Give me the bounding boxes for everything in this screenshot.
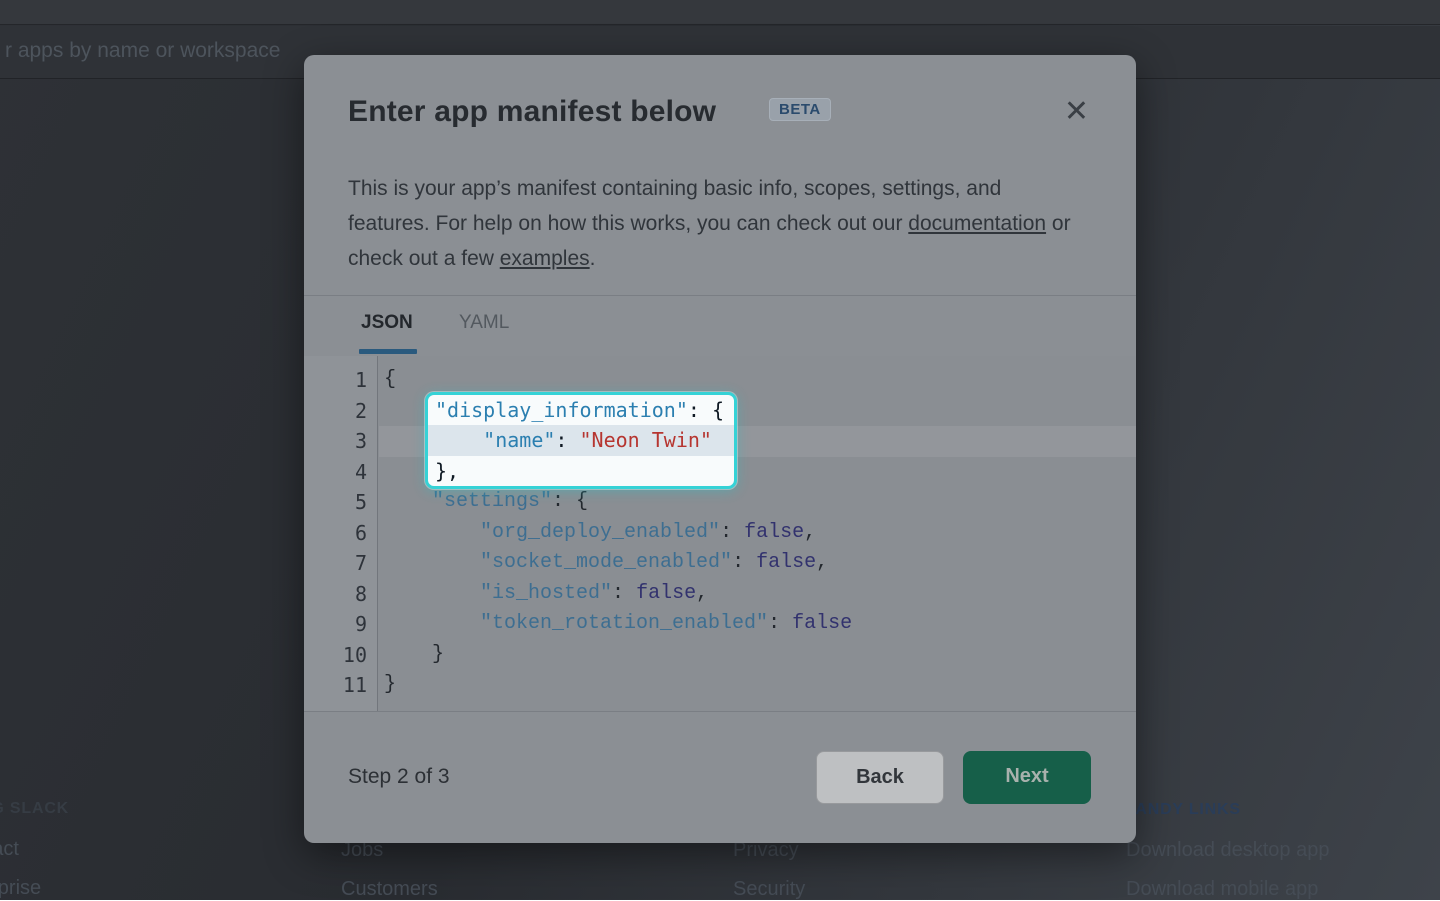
search-input[interactable]: r apps by name or workspace	[5, 39, 280, 63]
active-tab-underline	[359, 349, 417, 354]
footer-link-enterprise[interactable]: Enterprise	[0, 877, 41, 900]
manifest-code-editor[interactable]: 1234567891011 { "settings": { "org_deplo…	[304, 356, 1136, 711]
line-number: 3	[304, 426, 377, 457]
code-token-atom: false	[636, 582, 696, 605]
line-number: 5	[304, 487, 377, 518]
code-token-key: "token_rotation_enabled"	[480, 612, 768, 635]
code-token-punc: }	[432, 643, 444, 666]
next-button[interactable]: Next	[963, 751, 1091, 804]
code-line[interactable]: "org_deploy_enabled": false,	[379, 518, 1136, 549]
code-line[interactable]: "token_rotation_enabled": false	[379, 609, 1136, 640]
footer-link-security[interactable]: Security	[733, 878, 805, 901]
examples-link[interactable]: examples	[500, 247, 590, 270]
code-token-punc: },	[435, 459, 459, 483]
code-token-punc: {	[384, 368, 396, 391]
code-token-key: "org_deploy_enabled"	[480, 521, 720, 544]
app-manifest-modal: Enter app manifest below BETA ✕ This is …	[304, 55, 1136, 843]
documentation-link[interactable]: documentation	[908, 212, 1046, 235]
code-token-punc: :	[732, 551, 756, 574]
code-line[interactable]: },	[428, 456, 734, 486]
code-token-key: "display_information"	[435, 398, 688, 422]
code-token-atom: false	[744, 521, 804, 544]
code-line[interactable]: "name": "Neon Twin"	[428, 425, 734, 455]
line-number: 10	[304, 640, 377, 671]
code-token-punc: ,	[696, 582, 708, 605]
line-number: 9	[304, 609, 377, 640]
page-background: r apps by name or workspace USING SLACK …	[0, 0, 1440, 900]
code-line[interactable]: }	[379, 640, 1136, 671]
footer-link-download-desktop[interactable]: Download desktop app	[1126, 839, 1329, 862]
code-token-key: "is_hosted"	[480, 582, 612, 605]
code-token-atom: false	[792, 612, 852, 635]
code-line[interactable]: "is_hosted": false,	[379, 579, 1136, 610]
line-number: 1	[304, 365, 377, 396]
code-token-punc: : {	[688, 398, 724, 422]
divider	[304, 711, 1136, 712]
code-line[interactable]: "settings": {	[379, 487, 1136, 518]
code-line[interactable]: "socket_mode_enabled": false,	[379, 548, 1136, 579]
code-token-punc: }	[384, 673, 396, 696]
description-text: This is your app’s manifest containing b…	[348, 177, 1001, 235]
code-token-atom: false	[756, 551, 816, 574]
code-line[interactable]: }	[379, 670, 1136, 701]
close-icon[interactable]: ✕	[1064, 97, 1089, 127]
footer-link-contact[interactable]: Contact	[0, 838, 19, 861]
footer-link-customers[interactable]: Customers	[341, 878, 438, 901]
tab-yaml[interactable]: YAML	[459, 312, 509, 334]
beta-badge: BETA	[769, 98, 831, 121]
code-token-punc: :	[555, 428, 579, 452]
walkthrough-highlight-box: "display_information": { "name": "Neon T…	[425, 392, 737, 489]
line-number: 8	[304, 579, 377, 610]
step-indicator: Step 2 of 3	[348, 765, 450, 789]
line-number: 2	[304, 396, 377, 427]
code-token-key: "socket_mode_enabled"	[480, 551, 732, 574]
code-token-punc: :	[612, 582, 636, 605]
footer-heading-using-slack: USING SLACK	[0, 800, 69, 818]
modal-description: This is your app’s manifest containing b…	[348, 171, 1083, 276]
footer-heading-handy-links: HANDY LINKS	[1123, 801, 1241, 819]
top-navigation-bar	[0, 0, 1440, 25]
tab-json[interactable]: JSON	[361, 312, 413, 334]
line-number-gutter: 1234567891011	[304, 356, 378, 711]
code-token-punc: ,	[804, 521, 816, 544]
line-number: 7	[304, 548, 377, 579]
code-token-key: "name"	[483, 428, 555, 452]
code-line[interactable]: "display_information": {	[428, 395, 734, 425]
description-text: .	[590, 247, 596, 270]
code-line[interactable]: {	[379, 365, 1136, 396]
footer-link-download-mobile[interactable]: Download mobile app	[1126, 878, 1318, 901]
code-token-punc: :	[768, 612, 792, 635]
code-token-punc: :	[720, 521, 744, 544]
code-token-punc: ,	[816, 551, 828, 574]
format-tab-bar: JSON YAML	[304, 296, 1136, 356]
modal-title: Enter app manifest below	[348, 95, 716, 129]
line-number: 11	[304, 670, 377, 701]
line-number: 4	[304, 457, 377, 488]
code-token-key: "settings"	[432, 490, 552, 513]
code-token-punc: : {	[552, 490, 588, 513]
code-token-str: "Neon Twin"	[580, 428, 712, 452]
back-button[interactable]: Back	[816, 751, 944, 804]
line-number: 6	[304, 518, 377, 549]
